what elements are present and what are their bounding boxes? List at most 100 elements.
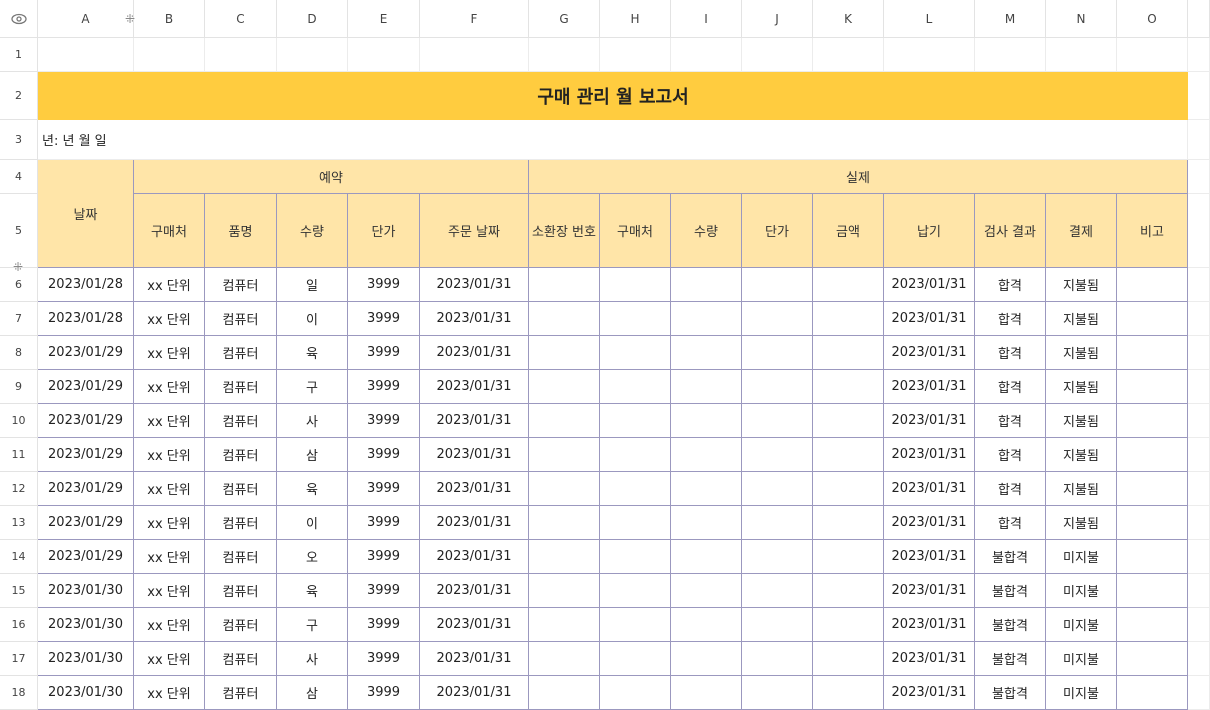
cell-item[interactable]: 컴퓨터 [205,302,277,336]
cell[interactable] [1188,302,1210,336]
cell-qty[interactable]: 이 [277,302,348,336]
cell-date[interactable]: 2023/01/29 [38,540,134,574]
cell-price[interactable]: 3999 [348,336,420,370]
column-header-e[interactable]: E [348,0,420,38]
cell-qty[interactable]: 삼 [277,676,348,710]
cell-empty[interactable] [742,506,813,540]
cell-payment[interactable]: 지불됨 [1046,472,1117,506]
cell[interactable] [1188,72,1210,120]
cell-order-date[interactable]: 2023/01/31 [420,472,529,506]
cell-vendor[interactable]: xx 단위 [134,642,205,676]
header-plan-col[interactable]: 수량 [277,194,348,268]
cell-price[interactable]: 3999 [348,540,420,574]
column-header-a[interactable]: A [38,0,134,38]
cell-empty[interactable] [671,574,742,608]
row-header-2[interactable]: 2 [0,72,38,120]
cell-empty[interactable] [813,472,884,506]
header-actual-col[interactable]: 소환장 번호 [529,194,600,268]
cell-empty[interactable] [813,574,884,608]
cell-empty[interactable] [600,676,671,710]
cell-date[interactable]: 2023/01/29 [38,404,134,438]
cell-due[interactable]: 2023/01/31 [884,574,975,608]
cell-qty[interactable]: 구 [277,608,348,642]
cell-empty[interactable] [1117,676,1188,710]
column-header-o[interactable]: O [1117,0,1188,38]
cell-vendor[interactable]: xx 단위 [134,540,205,574]
cell-empty[interactable] [742,370,813,404]
cell-empty[interactable] [1117,370,1188,404]
header-date[interactable]: 날짜 [38,160,134,268]
cell-date[interactable]: 2023/01/29 [38,506,134,540]
cell-empty[interactable] [1117,404,1188,438]
cell-empty[interactable] [529,404,600,438]
cell-qty[interactable]: 이 [277,506,348,540]
cell-empty[interactable] [1117,438,1188,472]
cell[interactable] [134,38,205,72]
row-header-15[interactable]: 15 [0,574,38,608]
cell-vendor[interactable]: xx 단위 [134,268,205,302]
cell[interactable] [884,38,975,72]
cell-empty[interactable] [671,540,742,574]
cell-empty[interactable] [529,472,600,506]
header-actual-col[interactable]: 결제 [1046,194,1117,268]
cell-date[interactable]: 2023/01/28 [38,268,134,302]
cell-empty[interactable] [529,438,600,472]
cell-result[interactable]: 불합격 [975,608,1046,642]
cell[interactable] [1188,38,1210,72]
cell[interactable] [348,38,420,72]
cell-result[interactable]: 불합격 [975,642,1046,676]
cell[interactable] [1188,608,1210,642]
column-header-j[interactable]: J [742,0,813,38]
cell-qty[interactable]: 육 [277,336,348,370]
cell-order-date[interactable]: 2023/01/31 [420,540,529,574]
column-resize-handle[interactable]: ⁜ [125,12,135,26]
cell-order-date[interactable]: 2023/01/31 [420,268,529,302]
cell-item[interactable]: 컴퓨터 [205,404,277,438]
header-actual-col[interactable]: 구매처 [600,194,671,268]
cell-empty[interactable] [742,302,813,336]
cell-qty[interactable]: 사 [277,404,348,438]
cell-empty[interactable] [1117,642,1188,676]
cell-vendor[interactable]: xx 단위 [134,472,205,506]
cell-price[interactable]: 3999 [348,506,420,540]
cell-item[interactable]: 컴퓨터 [205,370,277,404]
row-header-13[interactable]: 13 [0,506,38,540]
cell-vendor[interactable]: xx 단위 [134,506,205,540]
cell-date[interactable]: 2023/01/30 [38,574,134,608]
cell-empty[interactable] [529,302,600,336]
cell-due[interactable]: 2023/01/31 [884,608,975,642]
cell-due[interactable]: 2023/01/31 [884,268,975,302]
cell-qty[interactable]: 일 [277,268,348,302]
cell-due[interactable]: 2023/01/31 [884,370,975,404]
cell-item[interactable]: 컴퓨터 [205,336,277,370]
cell-item[interactable]: 컴퓨터 [205,268,277,302]
cell-empty[interactable] [1117,268,1188,302]
cell-empty[interactable] [600,302,671,336]
cell-payment[interactable]: 미지불 [1046,540,1117,574]
cell-payment[interactable]: 지불됨 [1046,302,1117,336]
cell[interactable] [1188,574,1210,608]
row-header-5[interactable]: 5 [0,194,38,268]
cell[interactable] [420,38,529,72]
cell-empty[interactable] [813,540,884,574]
cell-order-date[interactable]: 2023/01/31 [420,676,529,710]
cell[interactable] [1188,472,1210,506]
column-header-i[interactable]: I [671,0,742,38]
header-plan-col[interactable]: 단가 [348,194,420,268]
cell-order-date[interactable]: 2023/01/31 [420,506,529,540]
column-header-h[interactable]: H [600,0,671,38]
cell-empty[interactable] [671,506,742,540]
cell-price[interactable]: 3999 [348,676,420,710]
header-plan-col[interactable]: 품명 [205,194,277,268]
cell[interactable] [1188,506,1210,540]
header-actual-col[interactable]: 비고 [1117,194,1188,268]
cell[interactable] [813,38,884,72]
cell-vendor[interactable]: xx 단위 [134,404,205,438]
cell-empty[interactable] [529,642,600,676]
cell-empty[interactable] [529,370,600,404]
cell-payment[interactable]: 미지불 [1046,642,1117,676]
cell-empty[interactable] [1117,302,1188,336]
cell-empty[interactable] [1117,540,1188,574]
cell[interactable] [1188,120,1210,160]
header-plan-col[interactable]: 주문 날짜 [420,194,529,268]
